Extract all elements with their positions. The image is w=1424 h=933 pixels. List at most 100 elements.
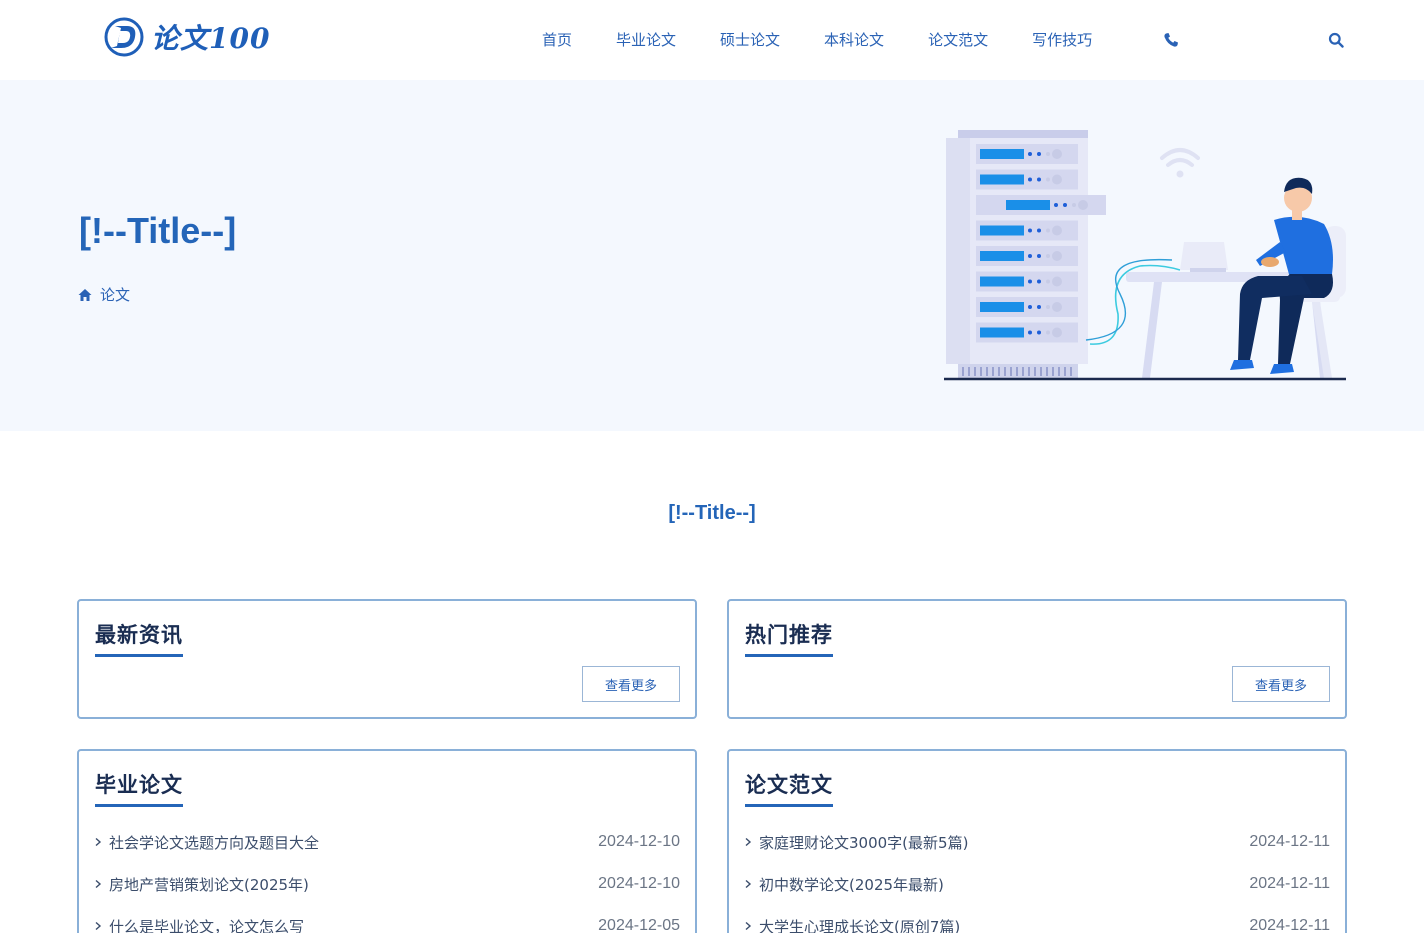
breadcrumb-item[interactable]: 论文 [100,284,130,305]
nav-item-home[interactable]: 首页 [542,29,572,51]
list-item-date: 2024-12-11 [1249,833,1330,850]
rack-dot [1052,149,1062,159]
list-item[interactable]: 社会学论文选题方向及题目大全 2024-12-10 [93,821,680,863]
rack-dot [1028,254,1032,258]
chevron-right-icon [95,837,102,847]
panel-header: 论文范文 [745,769,833,807]
article-list: 社会学论文选题方向及题目大全 2024-12-10 房地产营销策划论文(2025… [93,821,680,933]
rack-light [1006,200,1050,210]
list-item-date: 2024-12-10 [598,833,680,850]
rack-dot [1028,279,1032,284]
list-item-title[interactable]: 大学生心理成长论文(原创7篇) [759,916,1249,933]
nav-item-master[interactable]: 硕士论文 [720,29,780,51]
rack-dot [1046,254,1050,258]
rack-dot [1046,228,1050,233]
rack-dot [1037,330,1041,335]
rack-light [980,149,1024,159]
list-item[interactable]: 大学生心理成长论文(原创7篇) 2024-12-11 [743,905,1330,933]
rack-dot [1046,177,1050,182]
rack-dot [1052,327,1062,338]
rack-dot [1054,203,1058,207]
rack-dot [1037,228,1041,233]
chevron-right-icon [95,921,102,931]
view-more-button[interactable]: 查看更多 [1232,666,1330,702]
list-item-date: 2024-12-11 [1249,875,1330,892]
breadcrumb: 论文 [78,284,130,305]
list-item[interactable]: 初中数学论文(2025年最新) 2024-12-11 [743,863,1330,905]
rack-dot [1028,305,1032,309]
rack-light [980,225,1024,236]
list-item-title[interactable]: 家庭理财论文3000字(最新5篇) [759,832,1249,853]
rack-dot [1037,254,1041,258]
article-list: 家庭理财论文3000字(最新5篇) 2024-12-11 初中数学论文(2025… [743,821,1330,933]
rack-dot [1072,203,1076,207]
panel-header: 最新资讯 [95,619,183,657]
list-item[interactable]: 什么是毕业论文，论文怎么写 2024-12-05 [93,905,680,933]
phone-icon[interactable] [1163,32,1179,48]
panel-header: 毕业论文 [95,769,183,807]
rack-dot [1046,330,1050,335]
panel-title: 最新资讯 [95,619,183,657]
list-item-date: 2024-12-05 [598,917,680,933]
panel-header: 热门推荐 [745,619,833,657]
chevron-right-icon [745,879,752,889]
rack-light [980,302,1024,312]
list-item-title[interactable]: 初中数学论文(2025年最新) [759,874,1249,895]
nav-item-undergrad[interactable]: 本科论文 [824,29,884,51]
rack-dot [1052,174,1062,185]
view-more-button[interactable]: 查看更多 [582,666,680,702]
logo-mark-icon [104,17,144,57]
rack-dot [1028,152,1032,156]
rack-dot [1028,177,1032,182]
server-illustration [944,130,1346,381]
rack-light [980,276,1024,287]
list-item-date: 2024-12-11 [1249,917,1330,933]
list-item-title[interactable]: 房地产营销策划论文(2025年) [109,874,598,895]
rack-dot [1037,279,1041,284]
panel-graduation-papers: 毕业论文 社会学论文选题方向及题目大全 2024-12-10 房地产营销策划论文… [77,749,697,933]
search-icon[interactable] [1328,32,1344,48]
list-item[interactable]: 房地产营销策划论文(2025年) 2024-12-10 [93,863,680,905]
rack-dot [1078,200,1088,210]
panel-latest-news: 最新资讯 查看更多 [77,599,697,719]
nav-item-tips[interactable]: 写作技巧 [1032,29,1092,51]
rack-dot [1052,302,1062,312]
nav-item-graduation[interactable]: 毕业论文 [616,29,676,51]
nav-item-samples[interactable]: 论文范文 [928,29,988,51]
rack-dot [1028,330,1032,335]
panel-title: 论文范文 [745,769,833,807]
chevron-right-icon [745,921,752,931]
rack-dot [1052,225,1062,236]
list-item[interactable]: 家庭理财论文3000字(最新5篇) 2024-12-11 [743,821,1330,863]
rack-dot [1046,152,1050,156]
rack-dot [1052,276,1062,287]
rack-dot [1028,228,1032,233]
hero-banner: [!--Title--] 论文 [0,80,1424,431]
logo-text: 论文100 [151,22,271,55]
chevron-right-icon [745,837,752,847]
rack-dot [1037,305,1041,309]
rack-light [980,174,1024,185]
site-header: 论文100 首页 毕业论文 硕士论文 本科论文 论文范文 写作技巧 [0,0,1424,80]
rack-light [980,251,1024,261]
list-item-date: 2024-12-10 [598,875,680,892]
panel-title: 热门推荐 [745,619,833,657]
section-title: [!--Title--] [668,502,756,524]
panel-hot-picks: 热门推荐 查看更多 [727,599,1347,719]
rack-dot [1063,203,1067,207]
rack-dot [1046,279,1050,284]
rack-dot [1037,152,1041,156]
home-icon[interactable] [78,288,92,302]
rack-dot [1037,177,1041,182]
main-nav: 首页 毕业论文 硕士论文 本科论文 论文范文 写作技巧 [520,29,1114,51]
list-item-title[interactable]: 什么是毕业论文，论文怎么写 [109,916,598,933]
site-logo[interactable]: 论文100 [103,14,270,60]
chevron-right-icon [95,879,102,889]
page-title: [!--Title--] [79,210,237,251]
panel-sample-papers: 论文范文 家庭理财论文3000字(最新5篇) 2024-12-11 初中数学论文… [727,749,1347,933]
rack-dot [1052,251,1062,261]
rack-dot [1046,305,1050,309]
panel-title: 毕业论文 [95,769,183,807]
list-item-title[interactable]: 社会学论文选题方向及题目大全 [109,832,598,853]
rack-light [980,327,1024,338]
